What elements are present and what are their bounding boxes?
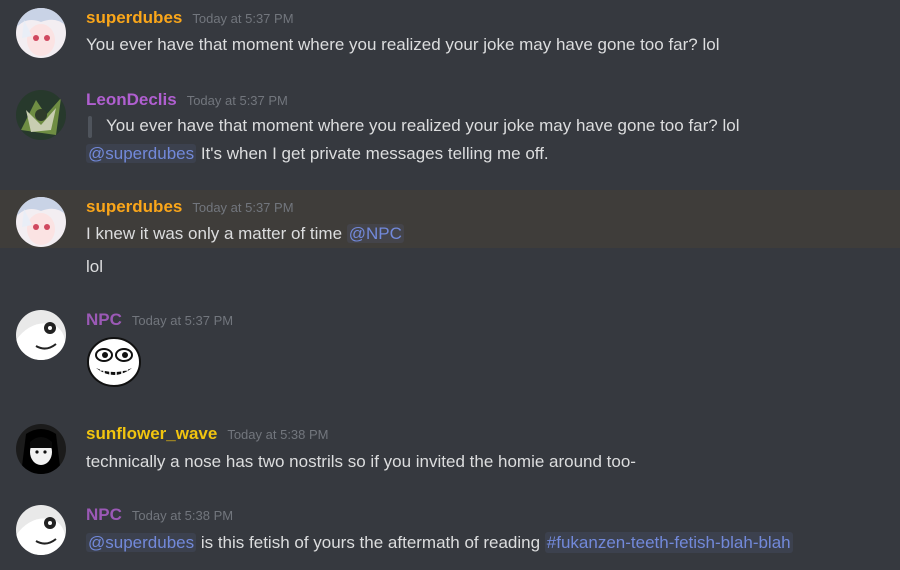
timestamp: Today at 5:38 PM	[227, 427, 329, 442]
mention[interactable]: @superdubes	[86, 144, 197, 163]
timestamp: Today at 5:37 PM	[186, 93, 288, 108]
channel-link[interactable]: #fukanzen-teeth-fetish-blah-blah	[544, 532, 793, 553]
message-text: technically a nose has two nostrils so i…	[86, 452, 636, 471]
message-text: @superdubes is this fetish of yours the …	[86, 532, 793, 553]
username[interactable]: LeonDeclis	[86, 90, 177, 109]
username[interactable]: NPC	[86, 310, 122, 329]
message-text: @superdubes It's when I get private mess…	[86, 144, 549, 164]
message-text-2: lol	[86, 257, 104, 276]
author-row: superdubes Today at 5:37 PM	[86, 197, 294, 217]
message-body: I knew it was only a matter of time	[86, 224, 347, 243]
mention[interactable]: @NPC	[346, 224, 404, 243]
message-text: You ever have that moment where you real…	[86, 35, 720, 54]
username[interactable]: NPC	[86, 505, 122, 524]
author-row: NPC Today at 5:38 PM	[86, 505, 233, 525]
quoted-text: You ever have that moment where you real…	[106, 116, 740, 135]
message-text: I knew it was only a matter of time @NPC	[86, 224, 404, 244]
author-row: NPC Today at 5:37 PM	[86, 310, 233, 330]
message-body: is this fetish of yours the aftermath of…	[196, 533, 545, 552]
author-row: LeonDeclis Today at 5:37 PM	[86, 90, 288, 110]
author-row: sunflower_wave Today at 5:38 PM	[86, 424, 329, 444]
timestamp: Today at 5:37 PM	[131, 313, 234, 328]
author-row: superdubes Today at 5:37 PM	[86, 8, 294, 28]
timestamp: Today at 5:37 PM	[192, 200, 294, 215]
avatar-superdubes[interactable]	[16, 8, 66, 58]
username[interactable]: sunflower_wave	[86, 424, 217, 443]
username[interactable]: superdubes	[86, 8, 182, 27]
message-body: It's when I get private messages telling…	[196, 144, 549, 163]
avatar-npc[interactable]	[16, 505, 66, 555]
username[interactable]: superdubes	[86, 197, 182, 216]
trollface-emote-icon[interactable]	[86, 336, 142, 392]
timestamp: Today at 5:37 PM	[192, 11, 294, 26]
avatar-superdubes[interactable]	[16, 197, 66, 247]
timestamp: Today at 5:38 PM	[131, 508, 234, 523]
avatar-leondeclis[interactable]	[16, 90, 66, 140]
mention[interactable]: @superdubes	[86, 533, 197, 552]
avatar-sunflower-wave[interactable]	[16, 424, 66, 474]
avatar-npc[interactable]	[16, 310, 66, 360]
quote-bar	[88, 116, 92, 138]
